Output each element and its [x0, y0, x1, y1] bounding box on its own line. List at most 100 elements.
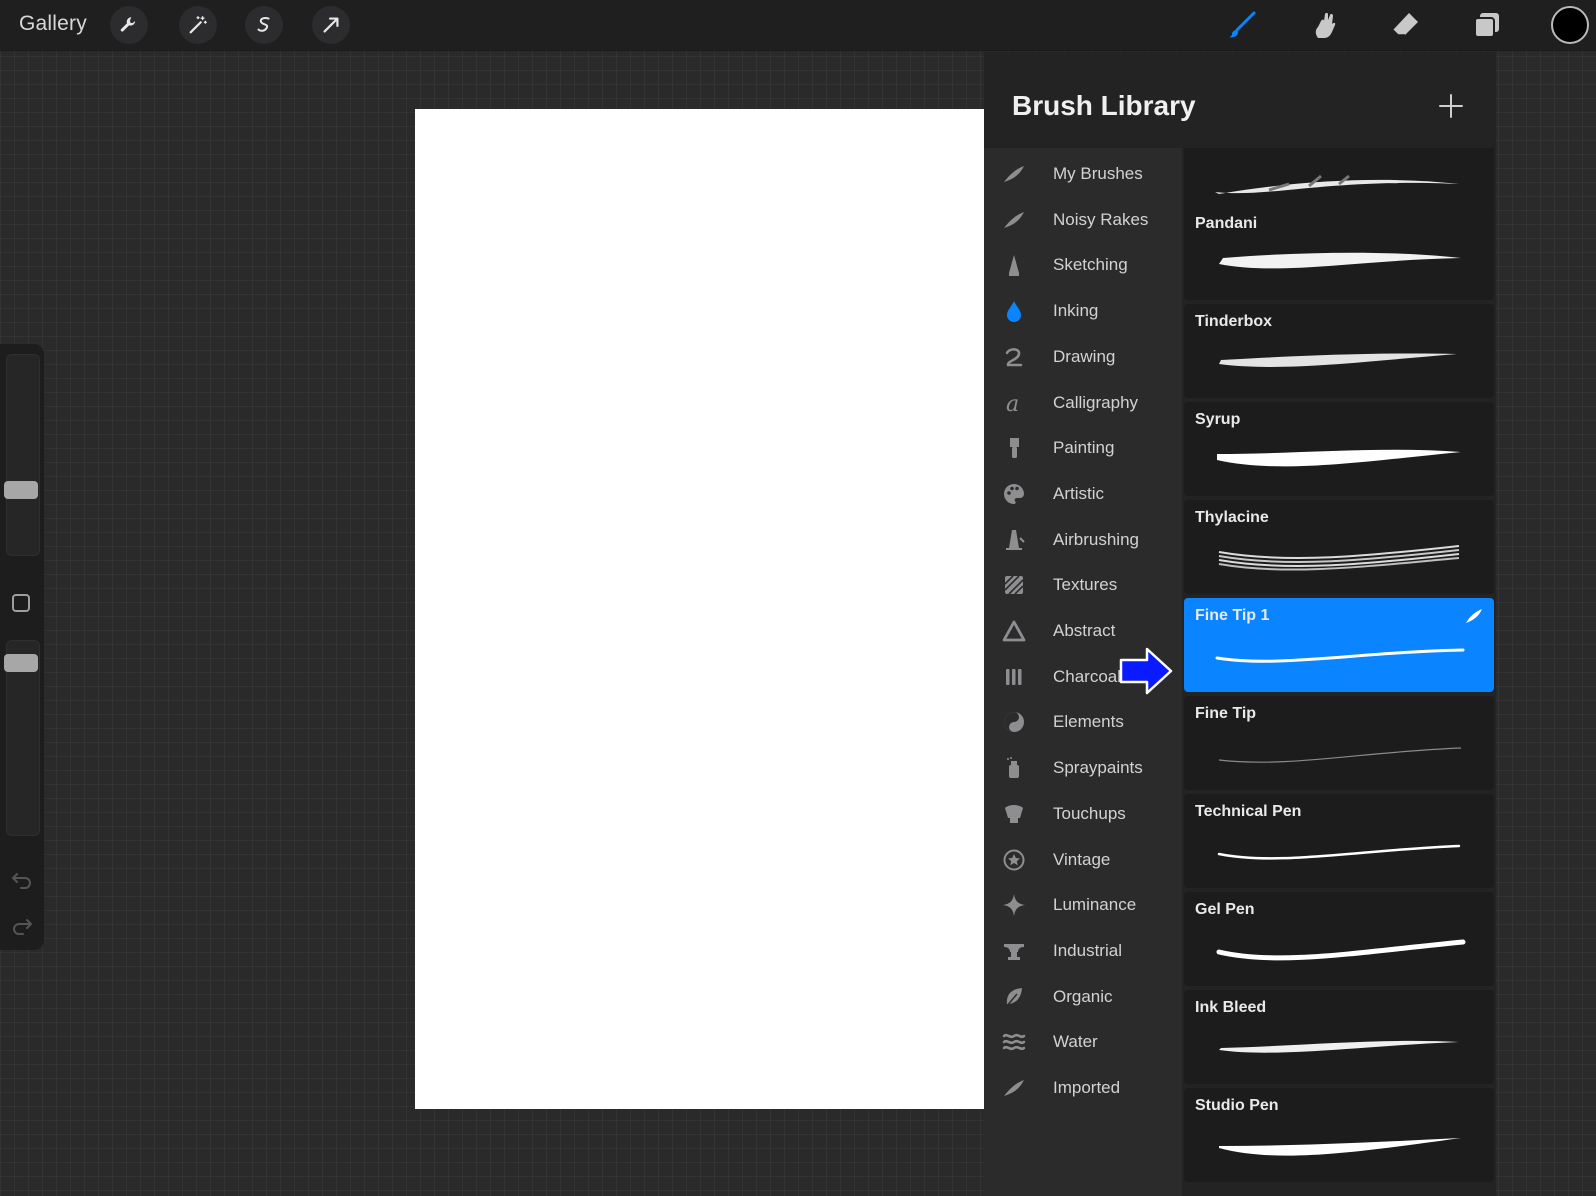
brush-item[interactable]: Thylacine	[1184, 500, 1494, 594]
brush-library-panel: Brush Library My Brushes Noisy Rakes Sketc…	[984, 52, 1496, 1196]
texture-icon	[1004, 575, 1024, 595]
category-label: Industrial	[1053, 940, 1122, 960]
brush-item[interactable]: Syrup	[1184, 402, 1494, 496]
category-label: Textures	[1053, 575, 1118, 595]
leaf-icon	[1005, 987, 1022, 1008]
gallery-button[interactable]: Gallery	[19, 12, 87, 36]
modify-button[interactable]	[12, 594, 30, 612]
brush-size-slider[interactable]	[6, 354, 40, 556]
brush-item[interactable]: Pandani	[1184, 206, 1494, 300]
category-label: Airbrushing	[1053, 529, 1139, 549]
brush-stroke-preview	[1219, 252, 1461, 269]
brush-tool[interactable]	[1225, 8, 1259, 42]
category-elements[interactable]: Elements	[984, 700, 1182, 744]
brush-name: Fine Tip 1	[1195, 607, 1270, 624]
brush-item[interactable]: Fine Tip 1	[1184, 598, 1494, 692]
color-picker-button[interactable]	[1551, 6, 1589, 44]
category-drawing[interactable]: Drawing	[984, 335, 1182, 379]
category-sketching[interactable]: Sketching	[984, 243, 1182, 287]
brush-item[interactable]: Technical Pen	[1184, 794, 1494, 888]
category-textures[interactable]: Textures	[984, 563, 1182, 607]
brush-name: Tinderbox	[1195, 313, 1273, 330]
waves-icon	[1002, 1034, 1026, 1051]
brush-item[interactable]: Tinderbox	[1184, 304, 1494, 398]
smudge-icon	[1315, 12, 1336, 39]
selection-icon	[257, 16, 270, 32]
pointer-arrow-icon	[1119, 647, 1173, 695]
category-label: Inking	[1053, 301, 1099, 321]
brush-name: Ink Bleed	[1195, 999, 1267, 1016]
category-organic[interactable]: Organic	[984, 975, 1182, 1019]
category-my-brushes[interactable]: My Brushes	[984, 152, 1182, 196]
drawing-canvas[interactable]	[415, 109, 984, 1109]
brush-library-title: Brush Library	[1012, 90, 1196, 121]
category-noisy-rakes[interactable]: Noisy Rakes	[984, 198, 1182, 242]
feather-icon	[1004, 166, 1024, 182]
category-luminance[interactable]: Luminance	[984, 883, 1182, 927]
category-touchups[interactable]: Touchups	[984, 792, 1182, 836]
brush-name: Gel Pen	[1195, 901, 1255, 918]
feather-icon	[1004, 1080, 1024, 1096]
brush-stroke-preview	[1218, 545, 1460, 571]
redo-icon[interactable]	[10, 916, 34, 936]
category-airbrushing[interactable]: Airbrushing	[984, 518, 1182, 562]
eraser-icon	[1392, 13, 1418, 36]
brush-icon	[1229, 11, 1256, 38]
triangle-icon	[1002, 620, 1026, 642]
sparkle-icon	[1003, 894, 1025, 917]
brush-size-thumb[interactable]	[4, 481, 38, 500]
brush-item[interactable]: Ink Bleed	[1184, 990, 1494, 1084]
adjustments-wand-icon[interactable]	[179, 6, 217, 44]
category-label: Drawing	[1053, 346, 1116, 366]
category-label: Sketching	[1053, 255, 1128, 275]
palette-icon	[1004, 483, 1024, 504]
category-label: Luminance	[1053, 895, 1137, 915]
category-vintage[interactable]: Vintage	[984, 838, 1182, 882]
category-imported[interactable]: Imported	[984, 1066, 1182, 1110]
brush-stroke-preview	[1219, 1138, 1461, 1156]
actions-wrench-icon[interactable]	[110, 6, 148, 44]
brush-name: Studio Pen	[1195, 1097, 1279, 1114]
touchup-icon	[1005, 804, 1023, 823]
undo-icon[interactable]	[10, 870, 34, 890]
category-industrial[interactable]: Industrial	[984, 929, 1182, 973]
smudge-tool[interactable]	[1307, 8, 1341, 42]
brush-stroke-preview	[1219, 1040, 1459, 1053]
paint-brush-icon	[1010, 438, 1019, 459]
brush-item[interactable]: Studio Pen	[1184, 1088, 1494, 1182]
star-circle-icon	[1003, 849, 1025, 870]
eraser-tool[interactable]	[1389, 8, 1423, 42]
brush-library-header: Brush Library	[984, 52, 1496, 148]
transform-arrow-icon	[323, 17, 339, 33]
category-inking[interactable]: Inking	[984, 289, 1182, 333]
add-brush-plus-icon[interactable]	[1437, 92, 1465, 120]
category-water[interactable]: Water	[984, 1020, 1182, 1064]
category-artistic[interactable]: Artistic	[984, 472, 1182, 516]
brush-name: Syrup	[1195, 411, 1241, 428]
category-spraypaints[interactable]: Spraypaints	[984, 746, 1182, 790]
category-painting[interactable]: Painting	[984, 426, 1182, 470]
svg-text:a: a	[1006, 392, 1019, 415]
calligraphy-icon: a	[1006, 392, 1019, 415]
transform-tool-icon[interactable]	[312, 6, 350, 44]
top-toolbar: Gallery	[0, 0, 1596, 50]
category-label: Organic	[1053, 986, 1113, 1006]
brush-stroke-preview	[1217, 449, 1461, 467]
opacity-thumb[interactable]	[4, 654, 38, 673]
brush-item[interactable]: Gel Pen	[1184, 892, 1494, 986]
category-label: Elements	[1053, 712, 1124, 732]
category-label: My Brushes	[1053, 164, 1143, 183]
left-sidebar	[0, 344, 44, 950]
squiggle-icon	[1005, 347, 1023, 367]
brush-stroke-preview	[1216, 939, 1466, 961]
category-label: Painting	[1053, 438, 1115, 458]
selection-tool-icon[interactable]	[245, 6, 283, 44]
pencil-icon	[1009, 255, 1019, 277]
layers-tool[interactable]	[1470, 8, 1504, 42]
category-label: Spraypaints	[1053, 758, 1143, 778]
brush-stroke-preview	[1218, 747, 1462, 763]
category-label: Noisy Rakes	[1053, 209, 1149, 229]
charcoal-icon	[1006, 668, 1022, 685]
brush-item[interactable]: Fine Tip	[1184, 696, 1494, 790]
category-calligraphy[interactable]: a Calligraphy	[984, 381, 1182, 425]
